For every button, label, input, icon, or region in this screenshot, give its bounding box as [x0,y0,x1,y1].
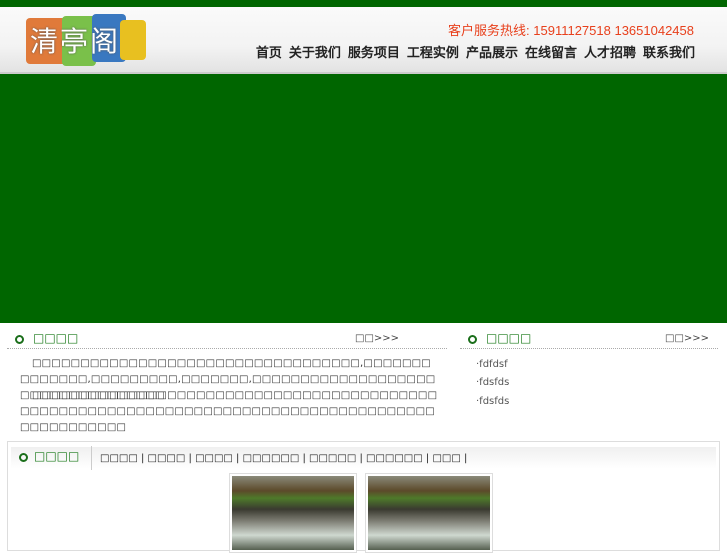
bullet-icon [19,453,28,462]
nav-home[interactable]: 首页 [256,42,282,61]
products-title: □□□□ [34,449,80,463]
product-tabs: □□□□ | □□□□ | □□□□ | □□□□□□ | □□□□□ | □□… [100,453,468,464]
logo-text: 清亭阁 [30,25,121,58]
products-section: □□□□ □□□□ | □□□□ | □□□□ | □□□□□□ | □□□□□… [7,441,720,553]
nav-message[interactable]: 在线留言 [525,42,577,61]
about-more-link[interactable]: □□>>> [355,333,399,344]
product-image[interactable] [365,473,493,553]
banner [0,74,727,323]
divider [91,446,92,470]
nav-services[interactable]: 服务项目 [348,42,400,61]
nav-contact[interactable]: 联系我们 [643,42,695,61]
main-nav: 首页 关于我们 服务项目 工程实例 产品展示 在线留言 人才招聘 联系我们 [256,42,695,61]
news-more-link[interactable]: □□>>> [665,333,709,344]
news-header: □□□□ □□>>> [460,329,718,349]
top-bar [0,0,727,7]
bullet-icon [468,335,477,344]
product-tab[interactable]: □□□□□ [309,453,356,464]
nav-about[interactable]: 关于我们 [289,42,341,61]
about-paragraph-2: □□□□□□□□□□□□□□□□□□□□□□□□□□□□□□□□□□□□□□□□… [20,390,438,433]
product-tab[interactable]: □□□□□□ [366,453,423,464]
news-title: □□□□ [486,331,532,345]
logo[interactable]: 清亭阁 [24,14,148,70]
product-tab[interactable]: □□□ [432,453,460,464]
product-tab[interactable]: □□□□ [148,453,186,464]
logo-yellow-block [120,20,146,60]
about-header: □□□□ □□>>> [7,329,447,349]
product-image[interactable] [229,473,357,553]
product-tab[interactable]: □□□□ [100,453,138,464]
news-item[interactable]: ·fdsfds [476,377,509,388]
about-title: □□□□ [33,331,79,345]
news-item[interactable]: ·fdsfds [476,396,509,407]
product-photo [368,476,490,550]
bullet-icon [15,335,24,344]
product-tab[interactable]: □□□□ [195,453,233,464]
news-item[interactable]: ·fdfdsf [476,359,508,370]
hotline: 客户服务热线: 15911127518 13651042458 [448,23,694,38]
product-tab[interactable]: □□□□□□ [243,453,300,464]
product-photo [232,476,354,550]
nav-jobs[interactable]: 人才招聘 [584,42,636,61]
nav-products[interactable]: 产品展示 [466,42,518,61]
nav-projects[interactable]: 工程实例 [407,42,459,61]
